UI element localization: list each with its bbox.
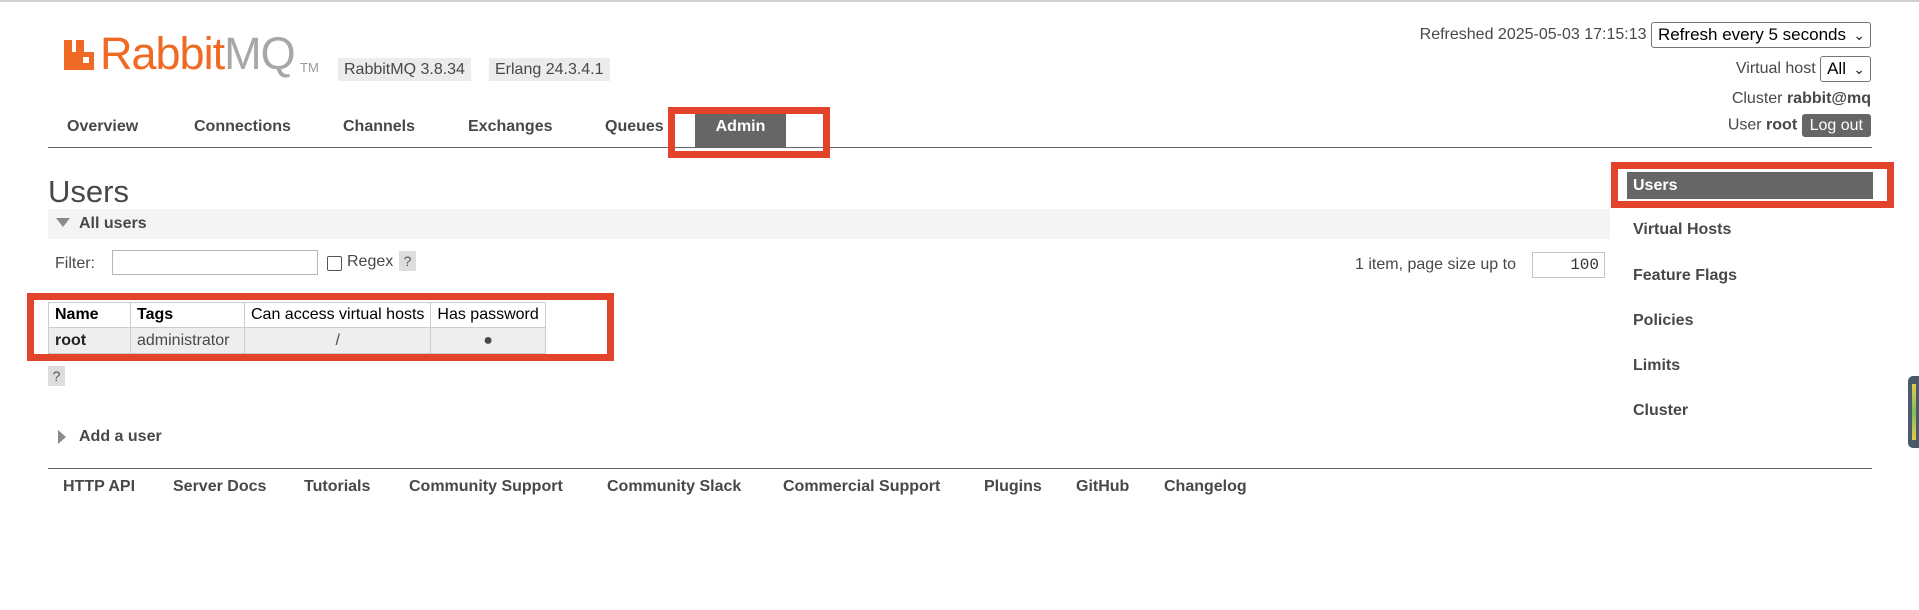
version-badge: RabbitMQ 3.8.34 bbox=[338, 58, 471, 81]
tab-overview[interactable]: Overview bbox=[67, 118, 138, 136]
regex-help-icon[interactable]: ? bbox=[399, 251, 416, 271]
sidebar-item-policies[interactable]: Policies bbox=[1633, 312, 1693, 330]
footer-link-tutorials[interactable]: Tutorials bbox=[304, 478, 370, 496]
tab-exchanges[interactable]: Exchanges bbox=[468, 118, 552, 136]
footer-link-community-support[interactable]: Community Support bbox=[409, 478, 563, 496]
regex-label: Regex bbox=[347, 253, 394, 270]
filter-input[interactable] bbox=[112, 250, 318, 275]
sidebar-item-feature-flags[interactable]: Feature Flags bbox=[1633, 267, 1737, 285]
vhost-row: Virtual host All ⌄ bbox=[1736, 56, 1871, 82]
refresh-row: Refreshed 2025-05-03 17:15:13 Refresh ev… bbox=[1420, 22, 1871, 48]
erlang-badge: Erlang 24.3.4.1 bbox=[489, 58, 610, 81]
footer-link-http-api[interactable]: HTTP API bbox=[63, 478, 135, 496]
section-label: All users bbox=[79, 215, 147, 232]
footer-link-server-docs[interactable]: Server Docs bbox=[173, 478, 266, 496]
edge-side-widget[interactable] bbox=[1908, 376, 1919, 448]
tab-channels[interactable]: Channels bbox=[343, 118, 415, 136]
add-user-label: Add a user bbox=[79, 428, 162, 445]
footer-link-github[interactable]: GitHub bbox=[1076, 478, 1129, 496]
refresh-interval-select[interactable]: Refresh every 5 seconds ⌄ bbox=[1650, 22, 1871, 48]
all-users-section-toggle[interactable]: All users bbox=[48, 209, 1610, 239]
sidebar-item-virtual-hosts[interactable]: Virtual Hosts bbox=[1633, 221, 1731, 239]
sidebar-item-limits[interactable]: Limits bbox=[1633, 357, 1680, 375]
regex-checkbox[interactable] bbox=[327, 256, 342, 271]
highlight-admin-tab bbox=[668, 107, 830, 158]
refreshed-label: Refreshed 2025-05-03 17:15:13 bbox=[1419, 26, 1647, 44]
top-border bbox=[0, 0, 1919, 2]
chevron-down-icon: ⌄ bbox=[1853, 27, 1865, 43]
expand-arrow-icon bbox=[58, 430, 66, 444]
chevron-down-icon: ⌄ bbox=[1853, 61, 1865, 77]
cluster-name: rabbit@mq bbox=[1786, 90, 1871, 107]
main-nav: Overview Connections Channels Exchanges … bbox=[48, 110, 1872, 148]
footer-link-community-slack[interactable]: Community Slack bbox=[607, 478, 741, 496]
page-size-input[interactable]: 100 bbox=[1532, 252, 1605, 278]
page-title: Users bbox=[48, 174, 129, 209]
footer-link-changelog[interactable]: Changelog bbox=[1164, 478, 1247, 496]
pager-text: 1 item, page size up to bbox=[1355, 256, 1516, 273]
highlight-users-sidebar bbox=[1611, 162, 1894, 208]
tab-connections[interactable]: Connections bbox=[194, 118, 291, 136]
cluster-row: Cluster rabbit@mq bbox=[1732, 90, 1871, 108]
sidebar-item-cluster[interactable]: Cluster bbox=[1633, 402, 1688, 420]
rabbitmq-logo-icon bbox=[64, 40, 94, 70]
highlight-users-table bbox=[27, 293, 614, 361]
table-help-icon[interactable]: ? bbox=[48, 366, 65, 386]
footer-link-plugins[interactable]: Plugins bbox=[984, 478, 1042, 496]
cluster-label: Cluster bbox=[1731, 90, 1783, 107]
vhost-label: Virtual host bbox=[1735, 60, 1816, 78]
logo-wordmark: RabbitMQ bbox=[100, 28, 296, 79]
footer-link-commercial-support[interactable]: Commercial Support bbox=[783, 478, 940, 496]
vhost-select[interactable]: All ⌄ bbox=[1820, 56, 1871, 82]
footer-divider bbox=[48, 468, 1872, 469]
collapse-arrow-icon bbox=[56, 218, 70, 227]
trademark: TM bbox=[300, 60, 319, 75]
filter-label: Filter: bbox=[55, 255, 95, 272]
tab-queues[interactable]: Queues bbox=[605, 118, 664, 136]
